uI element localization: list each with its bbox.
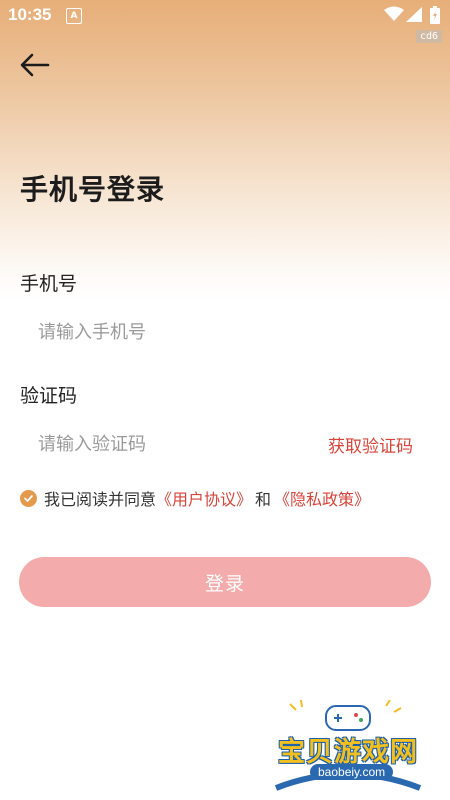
checkmark-icon xyxy=(24,494,33,502)
agreement-row: 我已阅读并同意 《用户协议》 和 《隐私政策》 xyxy=(20,487,370,509)
phone-input[interactable] xyxy=(38,317,298,347)
user-agreement-link[interactable]: 《用户协议》 xyxy=(156,486,252,510)
page-title: 手机号登录 xyxy=(20,173,166,206)
phone-label: 手机号 xyxy=(20,273,78,295)
agreement-prefix: 我已阅读并同意 xyxy=(44,490,157,509)
battery-icon xyxy=(430,6,440,24)
agreement-checkbox[interactable] xyxy=(20,489,37,507)
notification-a-icon: A xyxy=(66,8,82,24)
code-input[interactable] xyxy=(38,429,298,459)
back-arrow-icon xyxy=(20,53,50,77)
build-tag: cd6 xyxy=(416,30,443,43)
watermark-logo: 宝贝游戏网 baobeiy.com xyxy=(268,700,428,796)
header-gradient-background xyxy=(0,0,450,300)
login-button[interactable]: 登录 xyxy=(19,557,431,607)
status-bar: 10:35 A xyxy=(0,0,450,32)
status-time: 10:35 xyxy=(8,5,52,24)
back-button[interactable] xyxy=(18,50,52,80)
get-code-button[interactable]: 获取验证码 xyxy=(328,432,413,457)
code-label: 验证码 xyxy=(20,385,78,407)
signal-icon xyxy=(406,7,422,22)
agreement-conjunction: 和 xyxy=(255,490,272,509)
wifi-icon xyxy=(384,6,404,21)
privacy-policy-link[interactable]: 《隐私政策》 xyxy=(274,486,370,510)
watermark-url: baobeiy.com xyxy=(310,764,394,780)
